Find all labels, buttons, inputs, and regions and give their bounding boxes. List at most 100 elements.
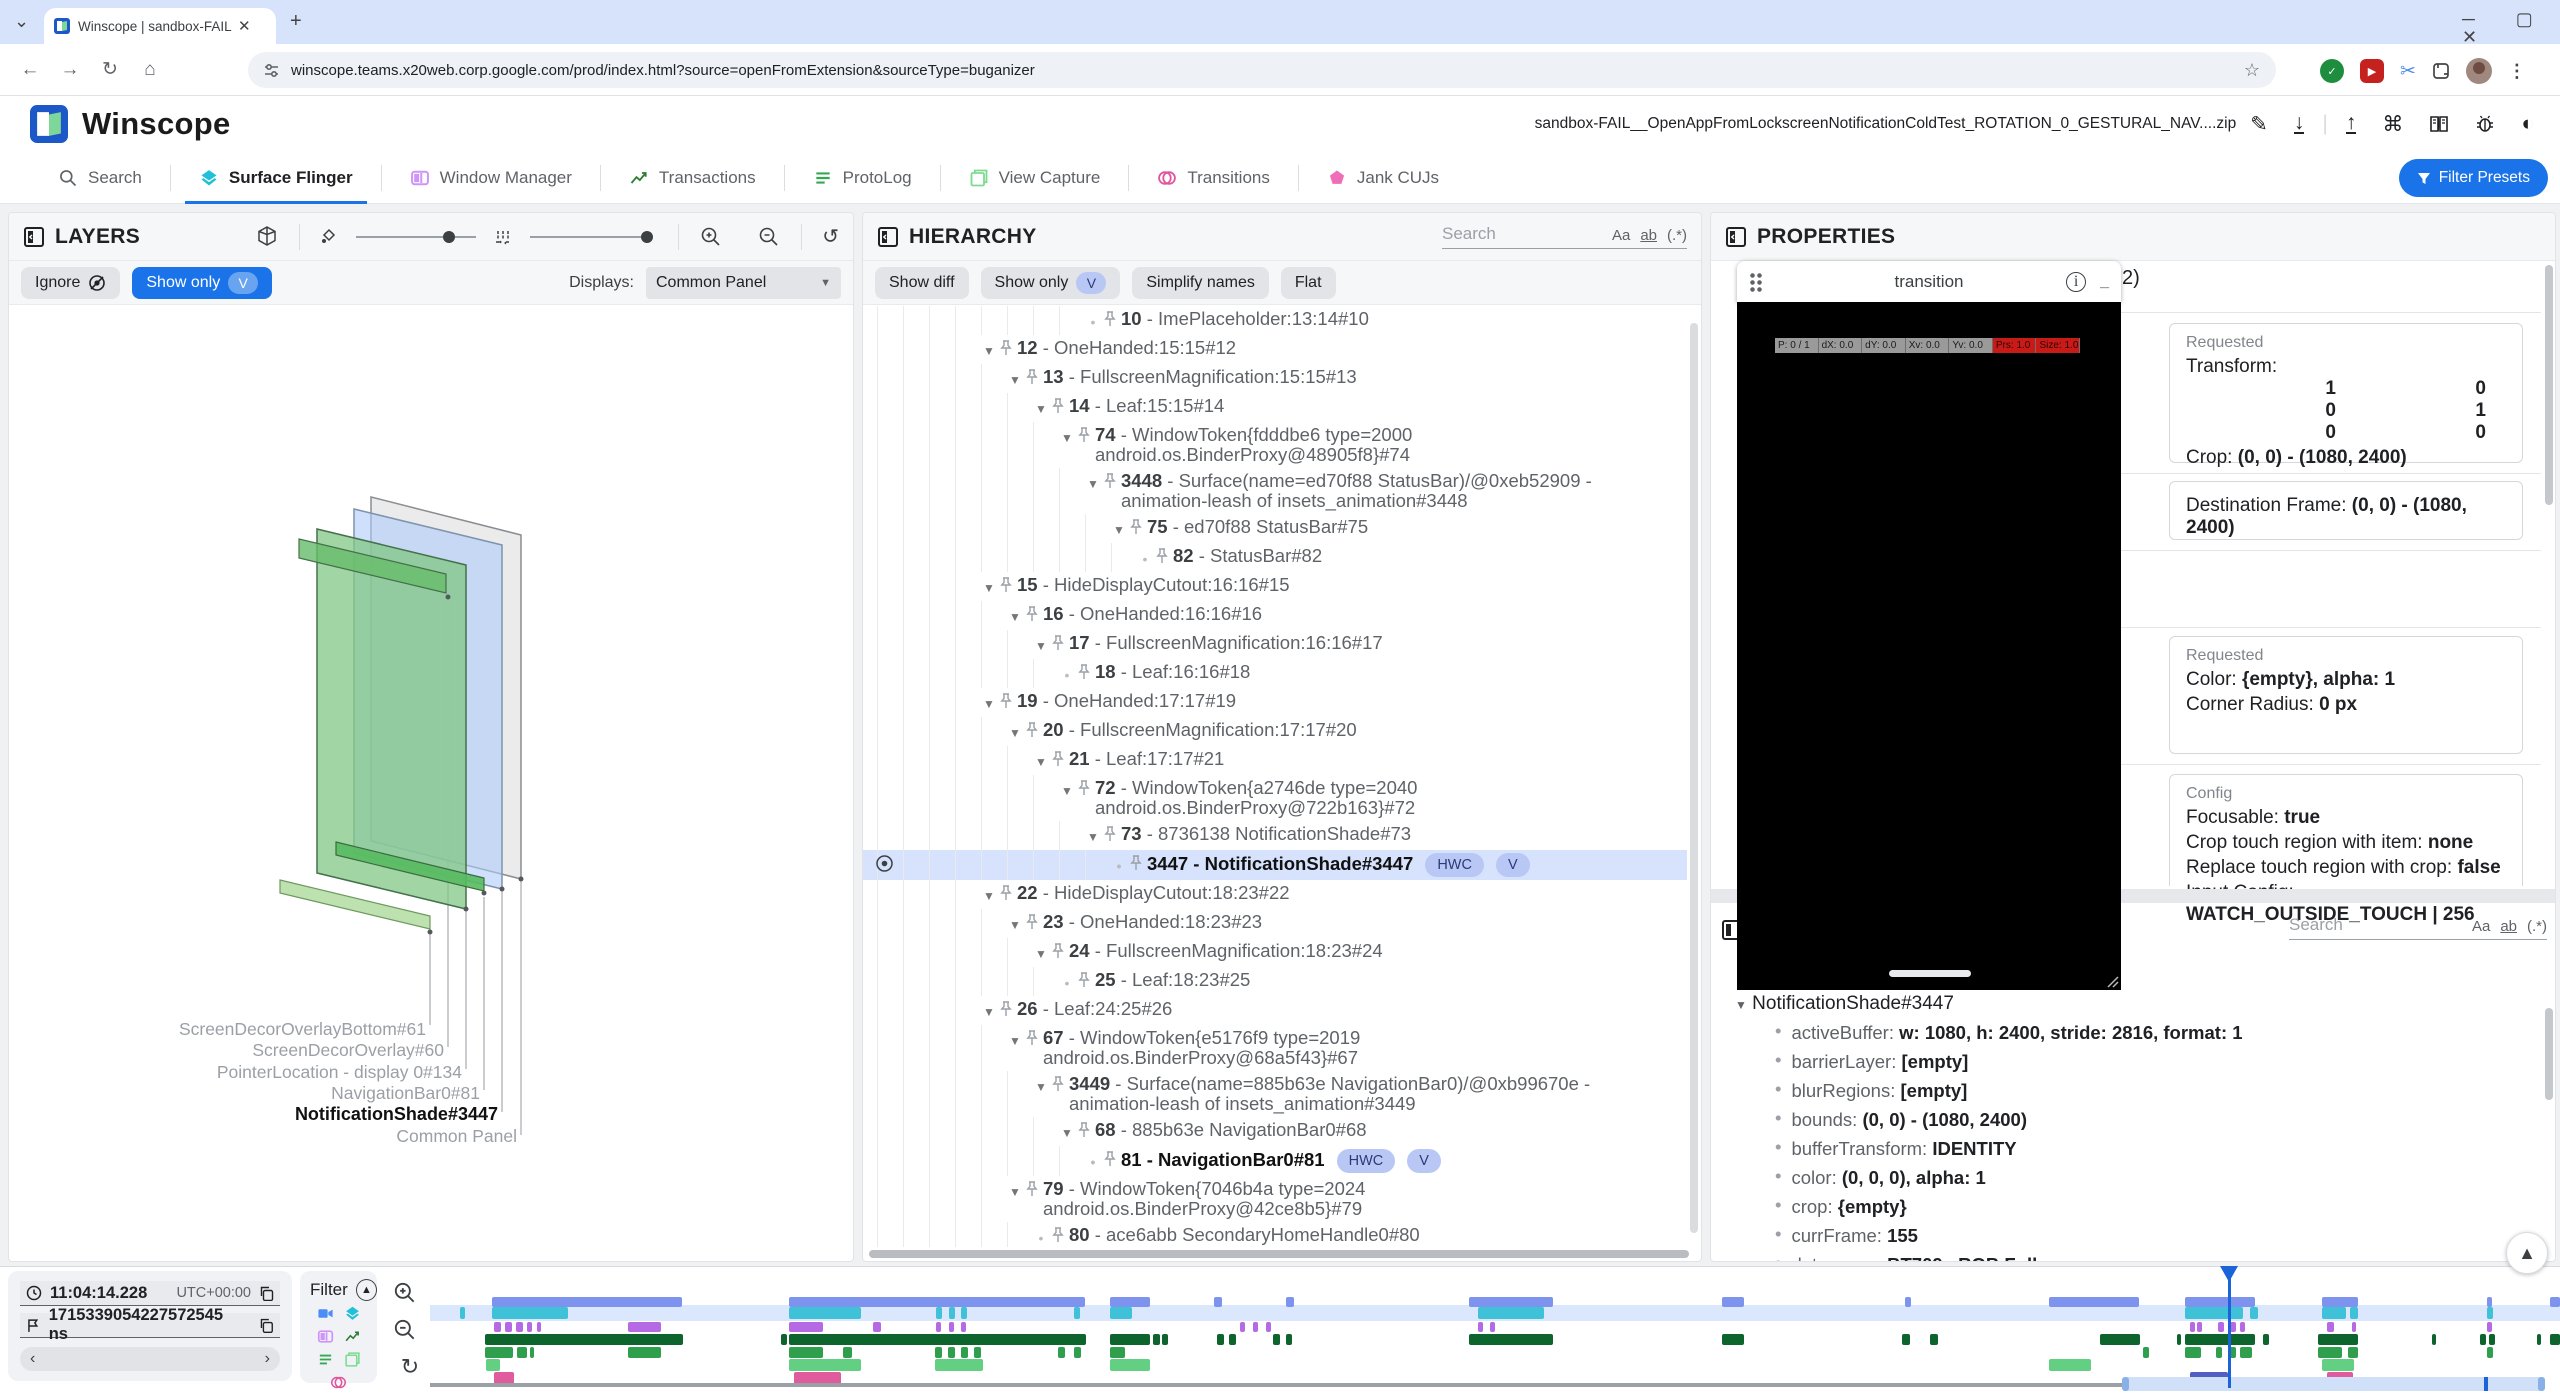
hierarchy-row-3448[interactable]: ▼ 3448 - Surface(name=ed70f88 StatusBar)… bbox=[863, 468, 1687, 514]
timeline-block-protolog[interactable] bbox=[530, 1347, 534, 1358]
timeline-block-window-manager[interactable] bbox=[1240, 1322, 1245, 1332]
timeline-block-protolog[interactable] bbox=[2240, 1347, 2252, 1358]
next-frame-icon[interactable]: › bbox=[265, 1350, 270, 1368]
timeline-block-protolog[interactable] bbox=[2348, 1347, 2358, 1358]
browser-tab[interactable]: Winscope | sandbox-FAIL ✕ bbox=[44, 8, 276, 44]
property-item[interactable]: •color: (0, 0, 0), alpha: 1 bbox=[1735, 1167, 2531, 1189]
timeline-block-transactions[interactable] bbox=[1153, 1334, 1160, 1345]
timeline-block-view-capture[interactable] bbox=[2322, 1359, 2354, 1371]
timeline-block-screen-recording[interactable] bbox=[2322, 1297, 2358, 1307]
search-mod-1[interactable]: ab bbox=[2500, 918, 2517, 935]
timeline-block-protolog[interactable] bbox=[628, 1347, 661, 1358]
timeline-block-window-manager[interactable] bbox=[2218, 1322, 2224, 1332]
timeline-block-protolog[interactable] bbox=[789, 1347, 823, 1358]
timeline-block-transactions[interactable] bbox=[2100, 1334, 2140, 1345]
timeline-block-screen-recording[interactable] bbox=[1214, 1297, 1222, 1307]
hierarchy-row-72[interactable]: ▼ 72 - WindowToken{a2746de type=2040 and… bbox=[863, 775, 1687, 821]
hierarchy-row-79[interactable]: ▼ 79 - WindowToken{7046b4a type=2024 and… bbox=[863, 1176, 1687, 1222]
timeline-block-surface-flinger[interactable] bbox=[961, 1307, 967, 1319]
timeline-block-window-manager[interactable] bbox=[516, 1322, 523, 1332]
hierarchy-row-19[interactable]: ▼ 19 - OneHanded:17:17#19 bbox=[863, 688, 1687, 717]
timeline-block-protolog[interactable] bbox=[1110, 1347, 1125, 1358]
filter-transactions-icon[interactable] bbox=[344, 1328, 361, 1345]
tune-icon[interactable] bbox=[264, 63, 279, 78]
filter-window-icon[interactable] bbox=[317, 1328, 334, 1345]
hierarchy-hscrollbar[interactable] bbox=[869, 1250, 1689, 1258]
spacing-slider[interactable] bbox=[530, 236, 650, 238]
hierarchy-row-75[interactable]: ▼ 75 - ed70f88 StatusBar#75 bbox=[863, 514, 1687, 543]
timeline-block-transactions[interactable] bbox=[2185, 1334, 2255, 1345]
property-item[interactable]: •crop: {empty} bbox=[1735, 1196, 2531, 1218]
properties-vscrollbar[interactable] bbox=[2545, 265, 2553, 505]
timeline-block-protolog[interactable] bbox=[948, 1347, 955, 1358]
timeline-block-protolog[interactable] bbox=[843, 1347, 852, 1358]
timeline-cursor-head[interactable] bbox=[2220, 1266, 2238, 1284]
hierarchy-row-3447[interactable]: • 3447 - NotificationShade#3447HWCV bbox=[863, 850, 1687, 880]
timeline-block-surface-flinger[interactable] bbox=[460, 1307, 465, 1319]
layer-label[interactable]: NavigationBar0#81 bbox=[331, 1083, 480, 1104]
timeline-block-screen-recording[interactable] bbox=[1110, 1297, 1150, 1307]
timeline-block-surface-flinger[interactable] bbox=[1110, 1307, 1132, 1319]
timeline-block-window-manager[interactable] bbox=[1253, 1322, 1258, 1332]
hierarchy-row-74[interactable]: ▼ 74 - WindowToken{fdddbe6 type=2000 and… bbox=[863, 422, 1687, 468]
layer-label[interactable]: NotificationShade#3447 bbox=[295, 1104, 498, 1125]
search-mod-0[interactable]: Aa bbox=[2472, 918, 2490, 935]
property-item[interactable]: •bounds: (0, 0) - (1080, 2400) bbox=[1735, 1109, 2531, 1131]
panel-icon[interactable] bbox=[23, 226, 45, 248]
timeline-block-window-manager[interactable] bbox=[1478, 1322, 1483, 1332]
timeline-block-window-manager[interactable] bbox=[873, 1322, 881, 1332]
extension-green-icon[interactable]: ✓ bbox=[2320, 59, 2344, 83]
rotation-slider[interactable] bbox=[356, 236, 476, 238]
timeline-block-window-manager[interactable] bbox=[628, 1322, 661, 1332]
hierarchy-row-80[interactable]: • 80 - ace6abb SecondaryHomeHandle0#80 bbox=[863, 1222, 1687, 1247]
docs-icon[interactable] bbox=[2429, 114, 2449, 134]
timeline-reset-zoom-icon[interactable]: ↻ bbox=[392, 1354, 428, 1384]
screen-preview[interactable]: P: 0 / 1dX: 0.0dY: 0.0Xv: 0.0Yv: 0.0Prs:… bbox=[1737, 302, 2121, 990]
timeline-block-window-manager[interactable] bbox=[789, 1322, 823, 1332]
timeline-block-surface-flinger[interactable] bbox=[492, 1307, 568, 1319]
timeline-block-screen-recording[interactable] bbox=[1469, 1297, 1553, 1307]
chip-show-only[interactable]: Show onlyV bbox=[981, 267, 1121, 299]
timeline-block-view-capture[interactable] bbox=[1110, 1359, 1150, 1371]
hierarchy-row-67[interactable]: ▼ 67 - WindowToken{e5176f9 type=2019 and… bbox=[863, 1025, 1687, 1071]
properties-search[interactable]: Search Aaab(.*) bbox=[2289, 915, 2547, 940]
hierarchy-row-14[interactable]: ▼ 14 - Leaf:15:15#14 bbox=[863, 393, 1687, 422]
info-icon[interactable]: i bbox=[2066, 272, 2086, 292]
hierarchy-row-25[interactable]: • 25 - Leaf:18:23#25 bbox=[863, 967, 1687, 996]
window-controls[interactable]: ─ ▢ ✕ bbox=[2462, 10, 2560, 46]
overview-window[interactable] bbox=[2122, 1377, 2545, 1391]
timeline-block-transactions[interactable] bbox=[1902, 1334, 1910, 1345]
timeline-block-surface-flinger[interactable] bbox=[2322, 1307, 2346, 1319]
timeline-block-screen-recording[interactable] bbox=[1722, 1297, 1744, 1307]
resize-handle-icon[interactable] bbox=[2103, 972, 2119, 988]
timeline-block-window-manager[interactable] bbox=[936, 1322, 941, 1332]
panel-icon[interactable] bbox=[1725, 226, 1747, 248]
timeline-block-transactions[interactable] bbox=[789, 1334, 1086, 1345]
address-bar[interactable]: winscope.teams.x20web.corp.google.com/pr… bbox=[248, 52, 2276, 88]
reload-icon[interactable]: ↻ bbox=[90, 58, 130, 81]
timeline-block-surface-flinger[interactable] bbox=[2250, 1307, 2258, 1319]
timeline-block-surface-flinger[interactable] bbox=[2350, 1307, 2358, 1319]
edit-icon[interactable]: ✎ bbox=[2250, 112, 2268, 137]
hierarchy-row-16[interactable]: ▼ 16 - OneHanded:16:16#16 bbox=[863, 601, 1687, 630]
filter-viewcapture-icon[interactable] bbox=[344, 1351, 361, 1368]
new-tab-button[interactable]: + bbox=[290, 11, 302, 31]
timeline-zoom-out-icon[interactable] bbox=[392, 1317, 428, 1347]
timeline-block-window-manager[interactable] bbox=[537, 1322, 541, 1332]
timeline-block-window-manager[interactable] bbox=[961, 1322, 966, 1332]
hierarchy-vscrollbar[interactable] bbox=[1690, 323, 1698, 1233]
avatar[interactable] bbox=[2466, 58, 2492, 84]
overview-handle-right[interactable] bbox=[2538, 1377, 2545, 1391]
timeline-block-surface-flinger[interactable] bbox=[1478, 1307, 1544, 1319]
property-item[interactable]: •barrierLayer: [empty] bbox=[1735, 1051, 2531, 1073]
layer-label[interactable]: ScreenDecorOverlayBottom#61 bbox=[179, 1019, 426, 1040]
panel-icon[interactable] bbox=[877, 226, 899, 248]
timeline-block-window-manager[interactable] bbox=[494, 1322, 501, 1332]
hierarchy-row-22[interactable]: ▼ 22 - HideDisplayCutout:18:23#22 bbox=[863, 880, 1687, 909]
hierarchy-row-10[interactable]: • 10 - ImePlaceholder:13:14#10 bbox=[863, 306, 1687, 335]
timeline-block-transactions[interactable] bbox=[1469, 1334, 1553, 1345]
timeline-block-protolog[interactable] bbox=[485, 1347, 513, 1358]
nav-tab-search[interactable]: Search bbox=[30, 152, 170, 204]
overlay-title-bar[interactable]: transition i _ bbox=[1737, 261, 2121, 302]
property-item[interactable]: •activeBuffer: w: 1080, h: 2400, stride:… bbox=[1735, 1022, 2531, 1044]
